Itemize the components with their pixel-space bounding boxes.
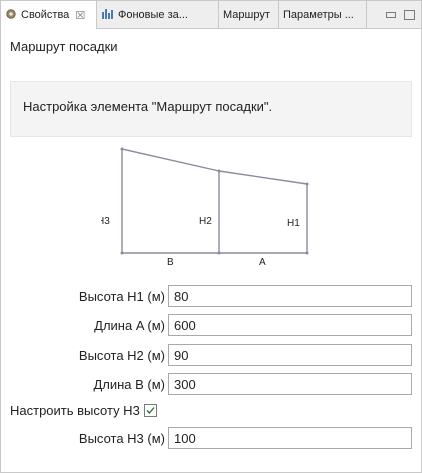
height-h1-input[interactable]: 80: [168, 285, 412, 307]
h3-toggle-label: Настроить высоту H3: [10, 402, 140, 418]
tab-background[interactable]: Фоновые за...: [97, 1, 219, 28]
row-length-a: Длина A (м) 600: [1, 314, 422, 336]
window-controls: [386, 1, 415, 28]
check-icon: [146, 406, 155, 414]
route-diagram: H3 H2 H1 B A: [101, 147, 309, 268]
tab-parameters[interactable]: Параметры ...: [279, 1, 367, 28]
info-box: Настройка элемента "Маршрут посадки".: [10, 81, 412, 137]
properties-panel: Свойства ☒ Фоновые за... Маршрут Парамет…: [0, 0, 422, 473]
row-h3-toggle: Настроить высоту H3: [10, 402, 157, 418]
tab-label: Параметры ...: [283, 8, 354, 21]
height-h3-input[interactable]: 100: [168, 427, 412, 449]
tab-label: Фоновые за...: [118, 8, 188, 21]
bar-chart-icon: [101, 7, 114, 22]
row-height-h1: Высота H1 (м) 80: [1, 285, 422, 307]
section-title: Маршрут посадки: [10, 39, 118, 54]
diagram-label-b: B: [167, 257, 174, 268]
height-h1-label: Высота H1 (м): [78, 289, 165, 304]
length-b-label: Длина B (м): [93, 377, 165, 392]
close-icon[interactable]: ☒: [75, 9, 85, 22]
tab-label: Свойства: [21, 9, 70, 21]
length-a-input[interactable]: 600: [168, 314, 412, 336]
height-h2-input[interactable]: 90: [168, 344, 412, 366]
tab-bar: Свойства ☒ Фоновые за... Маршрут Парамет…: [1, 1, 421, 29]
height-h3-label: Высота H3 (м): [78, 431, 165, 446]
gear-icon: [5, 8, 17, 23]
minimize-icon[interactable]: [386, 11, 396, 18]
maximize-icon[interactable]: [404, 9, 415, 20]
row-length-b: Длина B (м) 300: [1, 373, 422, 395]
length-b-input[interactable]: 300: [168, 373, 412, 395]
diagram-label-a: A: [259, 257, 266, 268]
tab-route[interactable]: Маршрут: [219, 1, 279, 28]
diagram-top-left: [121, 148, 220, 172]
tab-properties[interactable]: Свойства ☒: [1, 1, 97, 29]
row-height-h3: Высота H3 (м) 100: [1, 427, 422, 449]
diagram-top-right: [218, 170, 308, 185]
info-text: Настройка элемента "Маршрут посадки".: [23, 99, 273, 114]
length-a-label: Длина A (м): [94, 318, 165, 333]
diagram-label-h1: H1: [287, 218, 300, 229]
diagram-label-h2: H2: [199, 216, 212, 227]
height-h2-label: Высота H2 (м): [78, 348, 165, 363]
h3-toggle-checkbox[interactable]: [143, 403, 157, 417]
diagram-label-h3: H3: [101, 216, 110, 227]
row-height-h2: Высота H2 (м) 90: [1, 344, 422, 366]
tab-label: Маршрут: [223, 8, 270, 21]
